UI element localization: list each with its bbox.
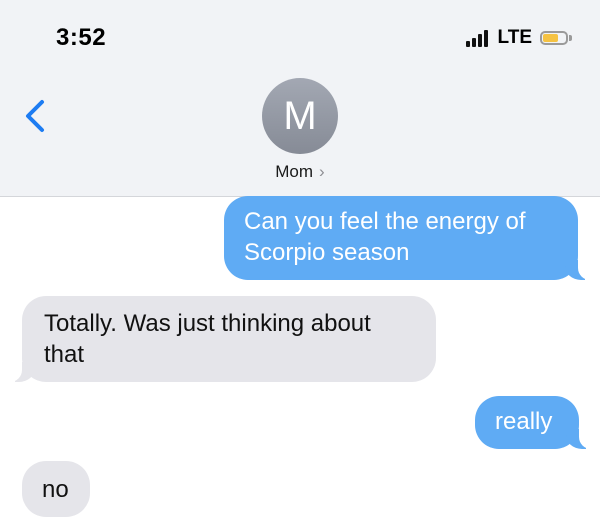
chevron-right-icon: › [319,162,325,181]
status-indicators: LTE [465,27,572,49]
incoming-message[interactable]: Totally. Was just thinking about that [5,296,436,382]
conversation-header: 3:52 LTE M Mom › [0,0,600,197]
battery-icon [540,31,568,45]
outgoing-message[interactable]: really [475,396,596,449]
signal-strength-icon [465,29,490,47]
status-time: 3:52 [56,24,107,51]
battery-level [543,34,559,42]
back-button[interactable] [22,96,52,136]
outgoing-message[interactable]: Can you feel the energy of Scorpio seaso… [224,196,595,280]
contact-name-button[interactable]: Mom › [0,162,600,182]
network-type: LTE [497,27,532,48]
incoming-message[interactable]: no [22,461,90,517]
chevron-left-icon [26,100,44,132]
battery-cap [569,35,572,41]
contact-name: Mom [275,162,314,181]
avatar[interactable]: M [262,78,338,154]
